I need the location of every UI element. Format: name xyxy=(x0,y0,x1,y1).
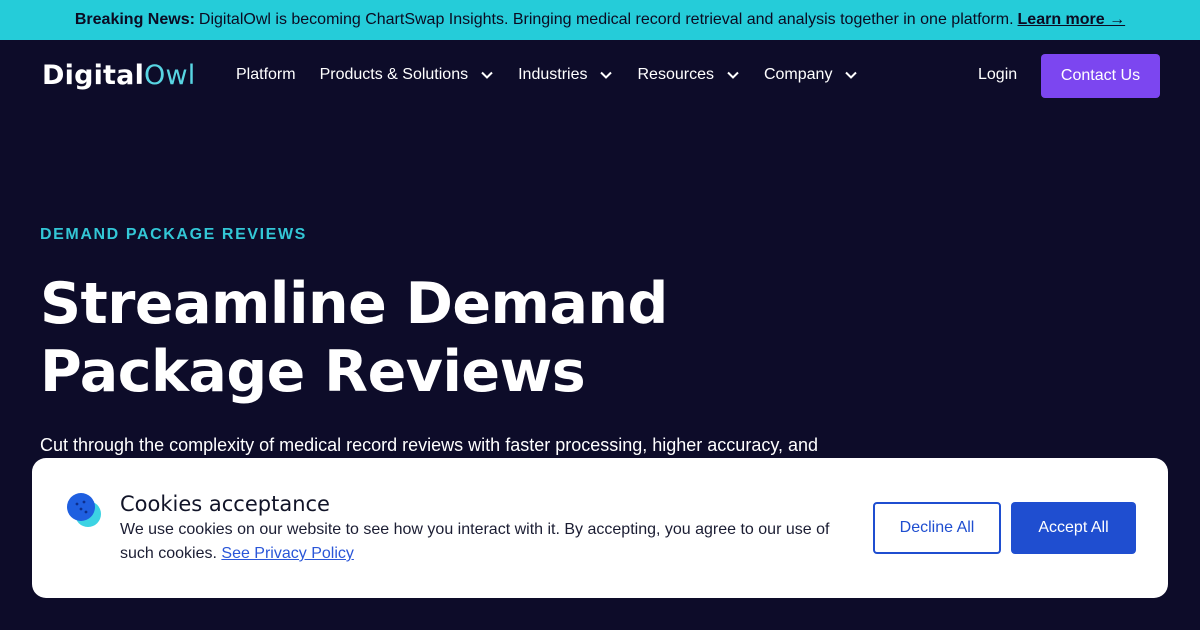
nav-item-industries[interactable]: Industries xyxy=(518,66,613,84)
logo-part-1: Digital xyxy=(42,60,145,91)
headline-line-1: Streamline Demand xyxy=(40,271,668,337)
logo[interactable]: DigitalOwl xyxy=(42,60,195,91)
chevron-down-icon xyxy=(481,71,493,79)
top-navigation: DigitalOwl Platform Products & Solutions… xyxy=(0,40,1200,112)
banner-text: DigitalOwl is becoming ChartSwap Insight… xyxy=(198,11,1014,28)
hero-headline: Streamline Demand Package Reviews xyxy=(40,270,740,406)
accept-all-button[interactable]: Accept All xyxy=(1011,502,1136,554)
learn-more-link[interactable]: Learn more → xyxy=(1018,11,1126,29)
nav-item-label: Products & Solutions xyxy=(319,66,469,83)
nav-item-products-solutions[interactable]: Products & Solutions xyxy=(320,66,495,84)
cookie-title: Cookies acceptance xyxy=(120,492,330,516)
logo-part-2: Owl xyxy=(144,60,196,91)
chevron-down-icon xyxy=(600,71,613,79)
privacy-policy-link[interactable]: See Privacy Policy xyxy=(221,545,354,562)
cookie-consent-banner: Cookies acceptance We use cookies on our… xyxy=(32,458,1168,598)
chevron-down-icon xyxy=(845,71,858,79)
cookie-text-block: We use cookies on our website to see how… xyxy=(120,518,840,566)
nav-item-company[interactable]: Company xyxy=(764,66,858,84)
announcement-banner: Breaking News: DigitalOwl is becoming Ch… xyxy=(0,0,1200,40)
nav-item-platform[interactable]: Platform xyxy=(236,66,296,84)
cookie-icon xyxy=(67,493,101,527)
nav-item-label: Platform xyxy=(236,66,296,83)
headline-line-2: Package Reviews xyxy=(40,339,586,405)
hero-lede: Cut through the complexity of medical re… xyxy=(40,435,819,455)
main-menu: Platform Products & Solutions Industries… xyxy=(236,66,882,84)
login-link[interactable]: Login xyxy=(978,66,1017,84)
contact-us-button[interactable]: Contact Us xyxy=(1041,54,1160,98)
nav-item-resources[interactable]: Resources xyxy=(637,66,739,84)
hero-eyebrow: DEMAND PACKAGE REVIEWS xyxy=(40,226,307,243)
decline-all-button[interactable]: Decline All xyxy=(873,502,1001,554)
nav-item-label: Industries xyxy=(518,66,588,83)
chevron-down-icon xyxy=(727,71,739,79)
banner-label: Breaking News: xyxy=(74,11,195,28)
nav-item-label: Resources xyxy=(637,66,714,83)
nav-item-label: Company xyxy=(763,66,833,83)
